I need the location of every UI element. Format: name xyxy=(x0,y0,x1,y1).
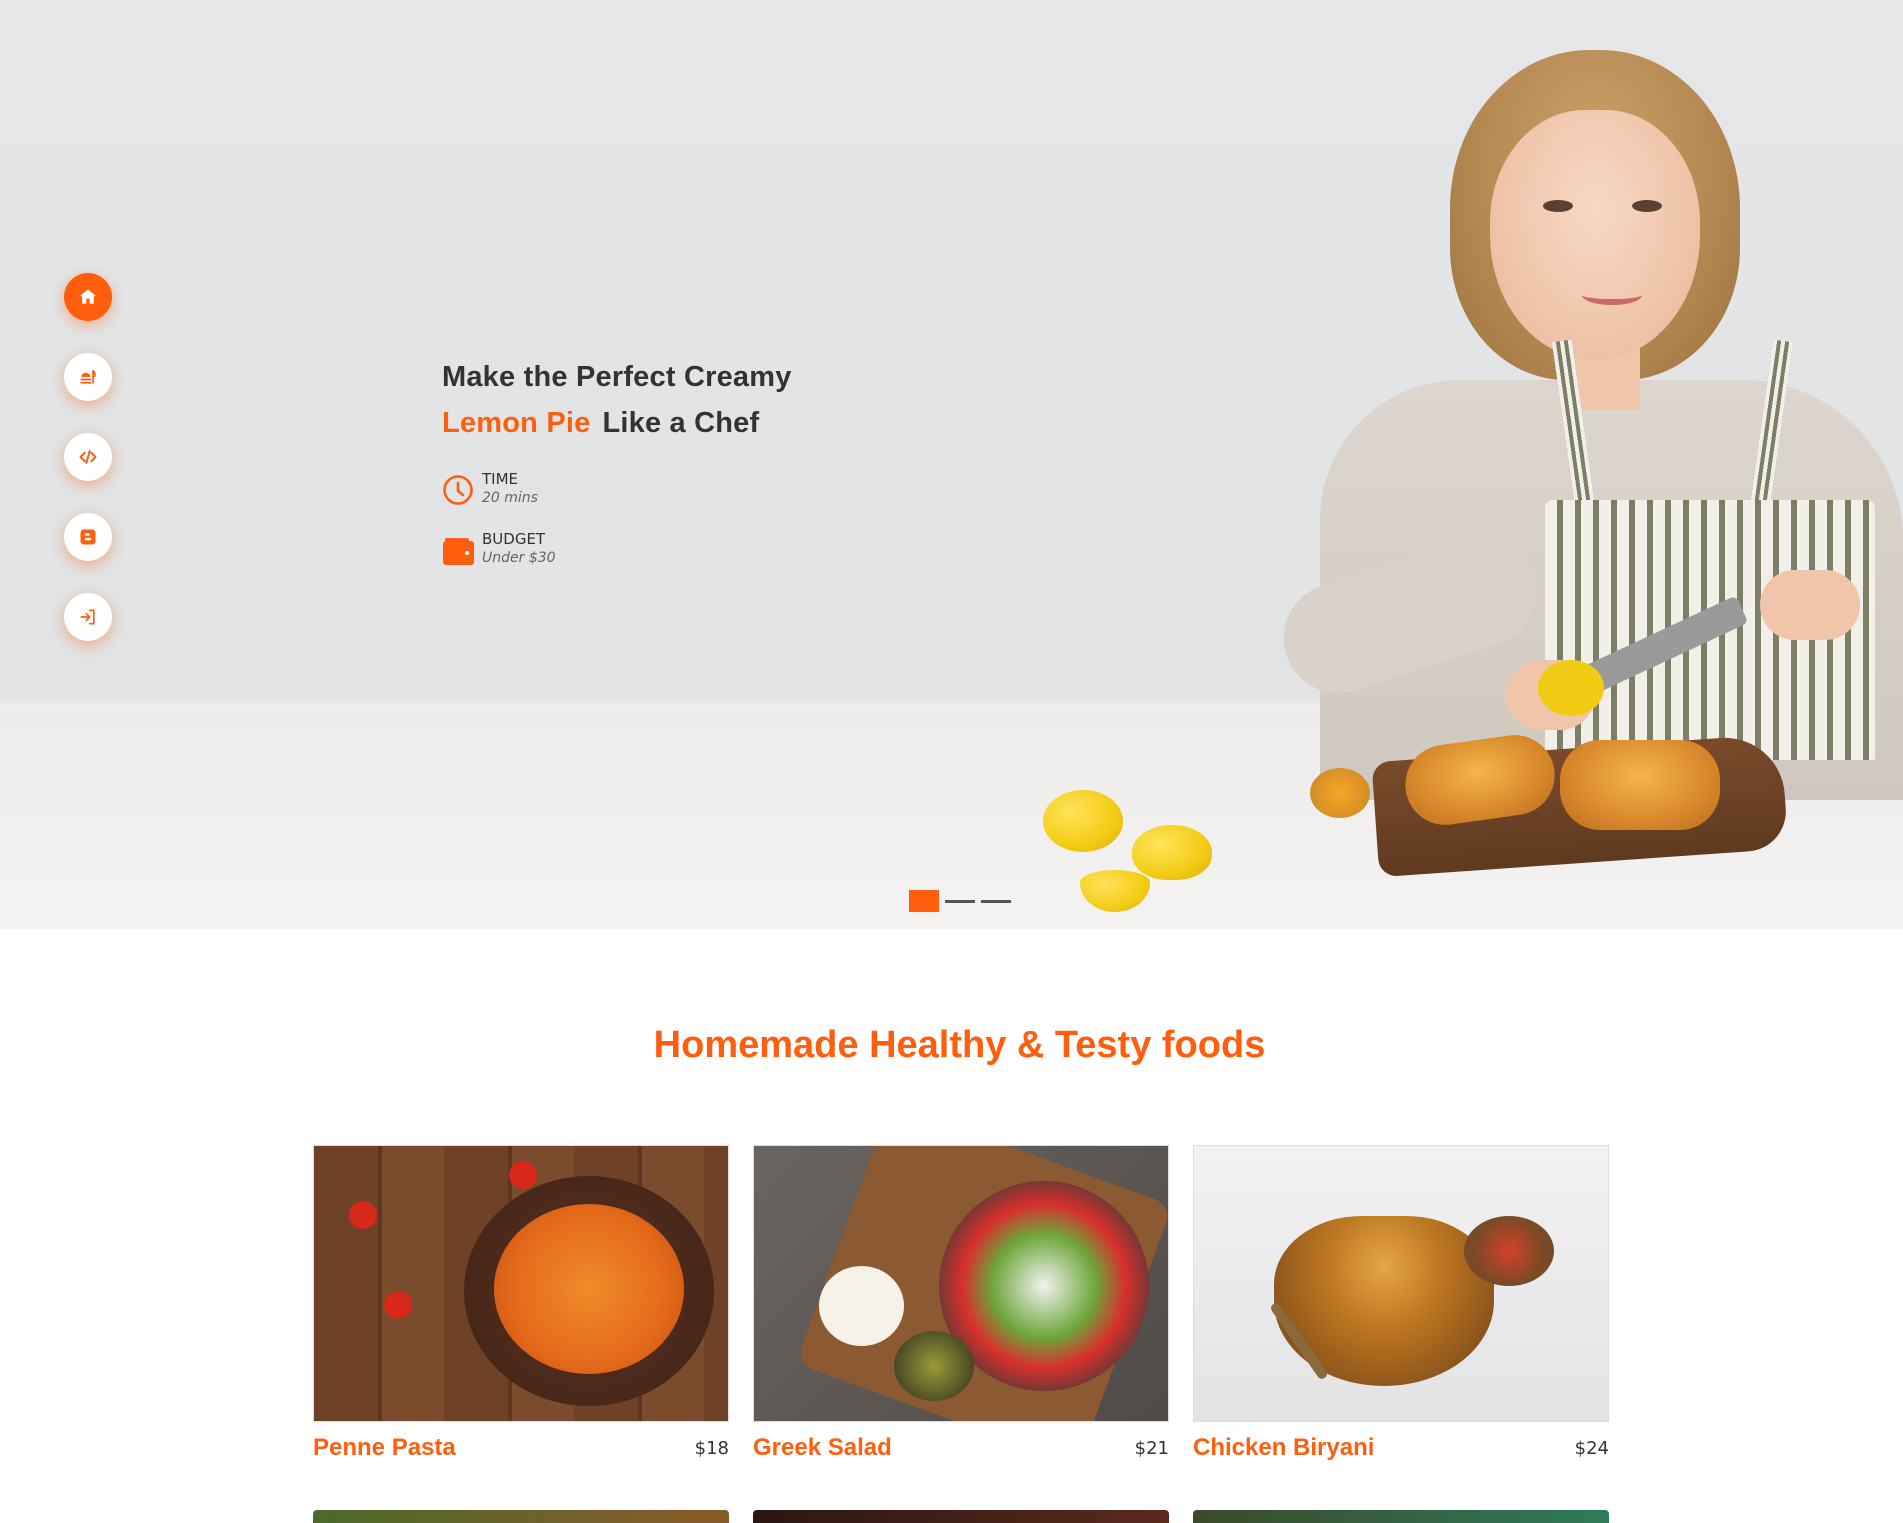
side-navigation xyxy=(64,273,112,673)
food-name[interactable]: Penne Pasta xyxy=(313,1434,456,1462)
food-price: $24 xyxy=(1574,1437,1609,1459)
time-value: 20 mins xyxy=(482,490,538,506)
time-info: TIME 20 mins xyxy=(442,470,792,508)
nav-login-button[interactable] xyxy=(64,593,112,641)
home-icon xyxy=(79,289,97,304)
food-name[interactable]: Greek Salad xyxy=(753,1434,892,1462)
lemon-image xyxy=(1043,790,1123,852)
chicken-biryani-image xyxy=(1193,1145,1609,1422)
nav-food-button[interactable] xyxy=(64,353,112,401)
food-card-greek-salad[interactable]: Greek Salad $21 xyxy=(753,1145,1169,1462)
food-name[interactable]: Chicken Biryani xyxy=(1193,1434,1374,1462)
carousel-indicator-3[interactable] xyxy=(981,899,1011,903)
budget-label: BUDGET xyxy=(482,530,546,548)
nav-home-button[interactable] xyxy=(64,273,112,321)
carousel-indicator-2[interactable] xyxy=(945,899,975,903)
hero-title-rest: Like a Chef xyxy=(602,407,760,439)
carousel-indicators xyxy=(909,890,1017,912)
food-card-chicken-biryani[interactable]: Chicken Biryani $24 xyxy=(1193,1145,1609,1462)
blogger-icon xyxy=(80,529,96,545)
login-icon xyxy=(80,609,95,625)
food-card-penne-pasta[interactable]: Penne Pasta $18 xyxy=(313,1145,729,1462)
carousel-indicator-1[interactable] xyxy=(909,890,939,912)
lemon-image xyxy=(1132,825,1212,880)
budget-info: BUDGET Under $30 xyxy=(442,530,792,568)
food-card-partial xyxy=(753,1510,1169,1523)
hero-title: Make the Perfect Creamy Lemon Pie Like a … xyxy=(442,354,792,446)
food-price: $21 xyxy=(1134,1437,1169,1459)
greek-salad-image xyxy=(753,1145,1169,1422)
hero-content: Make the Perfect Creamy Lemon Pie Like a … xyxy=(442,354,792,568)
food-card-partial xyxy=(1193,1510,1609,1523)
food-price: $18 xyxy=(694,1437,729,1459)
nav-blog-button[interactable] xyxy=(64,513,112,561)
lemon-pie-image xyxy=(1560,740,1720,830)
code-icon xyxy=(79,450,97,464)
nav-code-button[interactable] xyxy=(64,433,112,481)
hero-banner: Make the Perfect Creamy Lemon Pie Like a … xyxy=(0,0,1903,929)
budget-value: Under $30 xyxy=(482,550,556,566)
clock-icon xyxy=(443,475,473,505)
wallet-icon xyxy=(443,538,474,565)
time-label: TIME xyxy=(482,470,519,488)
food-menu-icon xyxy=(80,369,96,384)
section-title: Homemade Healthy & Testy foods xyxy=(653,1024,1266,1066)
physalis-image xyxy=(1310,768,1370,818)
hero-title-line2: Lemon Pie Like a Chef xyxy=(442,400,792,446)
food-card-partial xyxy=(313,1510,729,1523)
penne-pasta-image xyxy=(313,1145,729,1422)
hero-title-accent: Lemon Pie xyxy=(442,407,591,439)
hero-title-line1: Make the Perfect Creamy xyxy=(442,361,792,393)
